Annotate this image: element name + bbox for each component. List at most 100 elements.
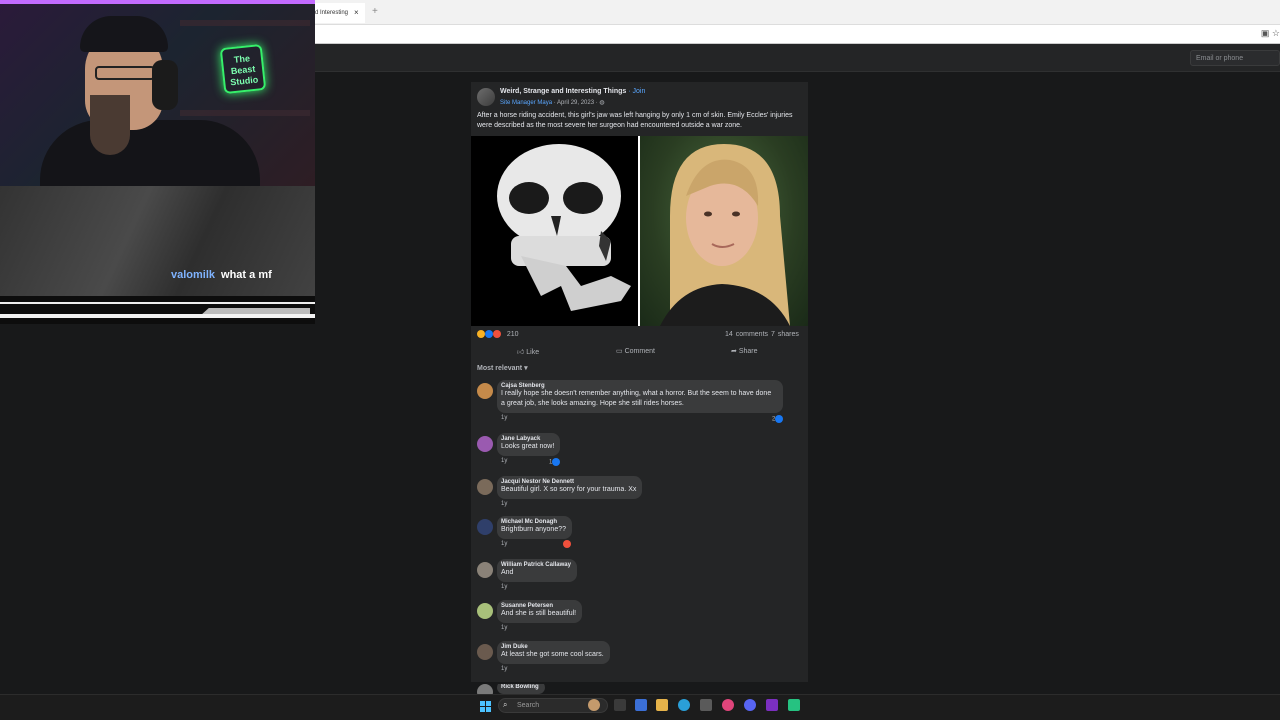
like-reaction-icon xyxy=(552,458,561,466)
search-highlight-icon[interactable] xyxy=(588,699,600,711)
avatar[interactable] xyxy=(477,519,493,535)
rgb-light-strip xyxy=(0,0,315,4)
group-name-text[interactable]: Weird, Strange and Interesting Things xyxy=(500,88,626,95)
reaction-summary[interactable]: 210 xyxy=(477,330,519,338)
globe-icon: ◍ xyxy=(599,100,605,106)
avatar[interactable] xyxy=(477,562,493,578)
comment-bubble: Susanne Petersen And she is still beauti… xyxy=(497,600,583,623)
share-icon: ➦ xyxy=(731,348,737,355)
task-view-icon[interactable] xyxy=(614,699,626,711)
file-explorer-icon[interactable] xyxy=(656,699,668,711)
skull-illustration xyxy=(497,144,631,311)
wall-shelf xyxy=(180,110,310,116)
like-reaction-icon xyxy=(484,330,493,338)
chat-username: valomilk xyxy=(171,269,216,281)
comment-reactions[interactable]: 2 xyxy=(772,415,784,423)
comment-age[interactable]: 1y xyxy=(501,541,507,547)
comment-item: Cajsa Stenberg I really hope she doesn't… xyxy=(477,380,787,423)
group-avatar[interactable] xyxy=(477,88,495,106)
avatar[interactable] xyxy=(477,383,493,399)
sidebar-toggle-icon[interactable]: ▣ xyxy=(1261,28,1270,38)
post-meta: Site Manager Maya · April 29, 2023 · ◍ xyxy=(500,99,605,106)
avatar[interactable] xyxy=(477,436,493,452)
app-icon[interactable] xyxy=(766,699,778,711)
comment-age[interactable]: 1y xyxy=(501,501,507,507)
comment-item: Michael Mc Donagh Brightburn anyone?? 1y xyxy=(477,516,597,551)
avatar[interactable] xyxy=(477,479,493,495)
comment-bubble: Michael Mc Donagh Brightburn anyone?? xyxy=(497,516,572,539)
favorite-star-icon[interactable]: ☆ xyxy=(1272,28,1280,38)
tab-title: d Interesting xyxy=(315,10,349,16)
comment-item: Jacqui Nestor Ne Dennett Beautiful girl.… xyxy=(477,476,677,511)
comment-age[interactable]: 1y xyxy=(501,584,507,590)
angry-reaction-icon xyxy=(563,540,571,548)
edge-browser-icon[interactable] xyxy=(678,699,690,711)
app-icon[interactable] xyxy=(788,699,800,711)
comment-age[interactable]: 1y xyxy=(501,415,507,421)
tab-close-icon[interactable]: × xyxy=(354,8,359,17)
join-link[interactable]: · Join xyxy=(628,88,645,95)
comment-text: I really hope she doesn't remember anyth… xyxy=(501,390,772,407)
shares-count[interactable]: 7 shares xyxy=(771,331,799,338)
comment-reactions[interactable] xyxy=(563,540,571,548)
comment-label: Comment xyxy=(624,348,655,355)
comment-age[interactable]: 1y xyxy=(501,458,507,464)
girl-photo[interactable] xyxy=(640,136,808,326)
thumbs-up-icon: 👍︎ xyxy=(517,349,525,356)
comment-bubble: Rick Bowling xyxy=(497,684,545,694)
sort-label: Most relevant xyxy=(477,365,523,372)
commenter-name[interactable]: Rick Bowling xyxy=(501,684,539,690)
avatar[interactable] xyxy=(477,644,493,660)
avatar[interactable] xyxy=(477,603,493,619)
new-tab-icon[interactable]: + xyxy=(372,6,378,17)
comment-icon: ▭ xyxy=(616,348,623,355)
address-bar[interactable] xyxy=(315,25,1280,44)
wall-shelf xyxy=(180,20,310,26)
comment-bubble: Cajsa Stenberg I really hope she doesn't… xyxy=(497,380,783,413)
comment-bubble: Jim Duke At least she got some cool scar… xyxy=(497,641,610,664)
comment-text: Brightburn anyone?? xyxy=(501,526,566,533)
comments-count[interactable]: 14 comments xyxy=(725,331,768,338)
like-label: Like xyxy=(526,349,540,356)
streamer-glasses xyxy=(95,66,155,80)
comment-sort-dropdown[interactable]: Most relevant ▾ xyxy=(477,364,528,372)
comment-text: Looks great now! xyxy=(501,443,555,450)
avatar[interactable] xyxy=(477,684,493,694)
widgets-icon[interactable] xyxy=(635,699,647,711)
overlay-line xyxy=(0,314,315,318)
comment-item: Rick Bowling xyxy=(477,684,597,694)
streamer-beard xyxy=(90,95,130,155)
comment-button[interactable]: ▭ Comment xyxy=(616,347,655,355)
comment-age[interactable]: 1y xyxy=(501,625,507,631)
firefox-icon[interactable] xyxy=(722,699,734,711)
chevron-down-icon: ▾ xyxy=(524,365,528,372)
reaction-count: 210 xyxy=(506,330,519,338)
streamer-body xyxy=(40,120,260,186)
share-button[interactable]: ➦ Share xyxy=(731,347,758,355)
comment-bubble: Jane Labyack Looks great now! xyxy=(497,433,561,456)
browser-toolbar-icons: ▣ ☆ xyxy=(1261,28,1280,39)
comment-age[interactable]: 1y xyxy=(501,666,507,672)
girl-illustration xyxy=(660,144,790,326)
wow-reaction-icon xyxy=(477,330,485,338)
chat-text: what a mf xyxy=(221,269,272,281)
comment-bubble: William Patrick Callaway And xyxy=(497,559,577,582)
email-input[interactable]: Email or phone xyxy=(1190,50,1280,66)
comment-item: Jim Duke At least she got some cool scar… xyxy=(477,641,617,676)
windows-start-icon[interactable] xyxy=(480,699,491,712)
comment-text: And xyxy=(501,569,514,576)
author-role[interactable]: Site Manager Maya xyxy=(500,100,552,106)
streamer-cap xyxy=(80,16,168,52)
store-icon[interactable] xyxy=(700,699,712,711)
discord-icon[interactable] xyxy=(744,699,756,711)
windows-logo-icon xyxy=(480,701,491,712)
comment-item: Jane Labyack Looks great now! 1y 1 xyxy=(477,433,597,468)
comment-item: Susanne Petersen And she is still beauti… xyxy=(477,600,597,635)
skull-ct-image[interactable] xyxy=(471,136,639,326)
comment-reactions[interactable]: 1 xyxy=(549,458,561,466)
group-name[interactable]: Weird, Strange and Interesting Things · … xyxy=(500,88,645,95)
like-button[interactable]: 👍︎ Like xyxy=(517,347,539,356)
overlay-line xyxy=(0,302,315,304)
share-label: Share xyxy=(738,348,758,355)
post-date[interactable]: · April 29, 2023 · xyxy=(552,100,599,106)
